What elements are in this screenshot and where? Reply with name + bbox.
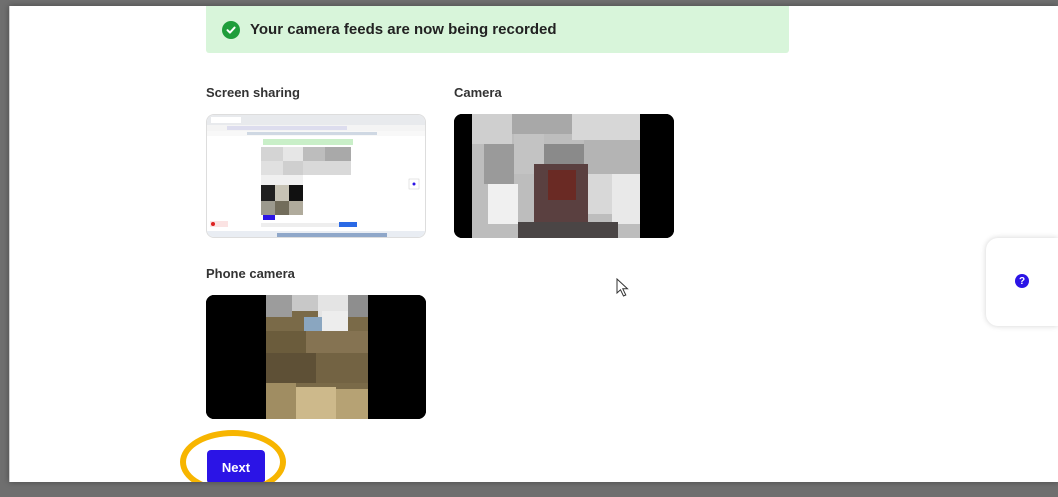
phone-camera-label: Phone camera [206,266,295,281]
question-circle-icon[interactable]: ? [1015,274,1029,288]
screen-sharing-label: Screen sharing [206,85,300,100]
camera-preview [454,114,674,238]
phone-camera-preview [206,295,426,419]
recording-setup-page: Your camera feeds are now being recorded… [9,6,1058,482]
screen-sharing-preview [206,114,426,238]
next-highlight-ring [180,430,286,482]
mouse-pointer-icon [616,278,629,297]
recording-status-banner: Your camera feeds are now being recorded [206,6,789,53]
help-widget[interactable]: ? [986,238,1058,326]
banner-text: Your camera feeds are now being recorded [250,21,557,38]
camera-label: Camera [454,85,502,100]
check-circle-icon [222,20,240,39]
